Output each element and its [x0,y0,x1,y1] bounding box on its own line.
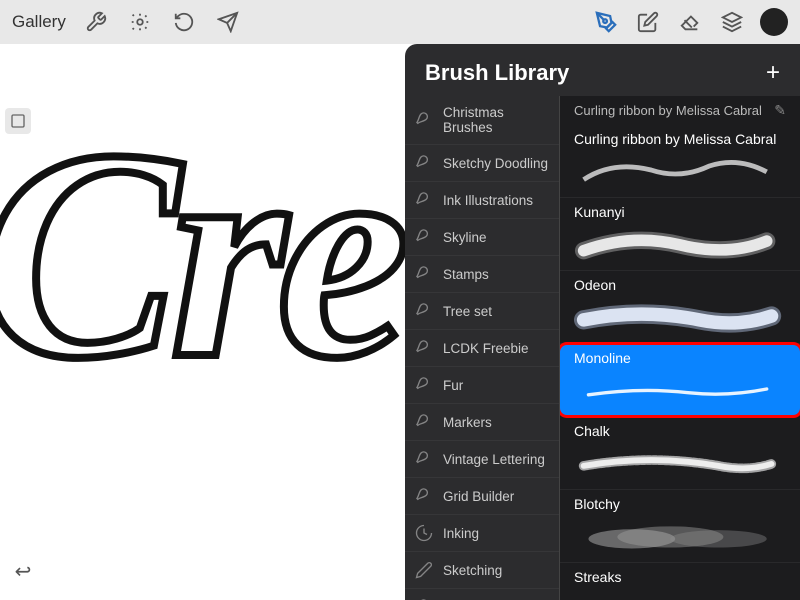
brush-name-odeon: Odeon [574,277,786,293]
brush-item-streaks[interactable]: Streaks [560,563,800,600]
eraser-tool-icon[interactable] [676,8,704,36]
brush-name-streaks: Streaks [574,569,786,585]
brush-panel-header: Brush Library + [405,44,800,96]
category-item-sketching[interactable]: Sketching [405,552,559,589]
brush-edit-icon[interactable]: ✎ [774,102,786,119]
brush-name-monoline: Monoline [574,350,786,366]
toolbar-right [592,8,788,36]
category-label-christmas: Christmas Brushes [443,105,549,135]
category-label-stamps: Stamps [443,267,489,282]
category-label-treeset: Tree set [443,304,492,319]
category-item-vintage[interactable]: Vintage Lettering [405,441,559,478]
brush-preview-monoline [574,370,786,408]
brush-preview-kunanyi [574,224,786,262]
category-label-skyline: Skyline [443,230,487,245]
category-item-drawing[interactable]: Drawing [405,589,559,600]
modifier-tool[interactable] [5,108,31,134]
brush-library-panel: Brush Library + Christmas Brushes Sketchy… [405,44,800,600]
vintage-category-icon [413,450,435,468]
category-item-ink[interactable]: Ink Illustrations [405,182,559,219]
brush-item-chalk[interactable]: Chalk [560,417,800,490]
category-label-fur: Fur [443,378,463,393]
category-item-markers[interactable]: Markers [405,404,559,441]
category-item-christmas[interactable]: Christmas Brushes [405,96,559,145]
sketchy-category-icon [413,154,435,172]
canvas-text: Cre [0,104,400,404]
brush-preview-odeon [574,297,786,335]
inking-category-icon [413,524,435,542]
lcdk-category-icon [413,339,435,357]
stamps-category-icon [413,265,435,283]
category-item-grid[interactable]: Grid Builder [405,478,559,515]
avatar[interactable] [760,8,788,36]
wrench-icon[interactable] [82,8,110,36]
brush-panel-content: Christmas Brushes Sketchy Doodling Ink Ill… [405,96,800,600]
history-icon[interactable] [170,8,198,36]
category-item-fur[interactable]: Fur [405,367,559,404]
category-item-lcdk[interactable]: LCDK Freebie [405,330,559,367]
brush-name-chalk: Chalk [574,423,786,439]
brush-preview-curling [574,151,786,189]
gallery-button[interactable]: Gallery [12,12,66,32]
grid-category-icon [413,487,435,505]
skyline-category-icon [413,228,435,246]
category-item-skyline[interactable]: Skyline [405,219,559,256]
brush-item-odeon[interactable]: Odeon [560,271,800,344]
fur-category-icon [413,376,435,394]
layers-icon[interactable] [718,8,746,36]
left-toolbar [0,88,36,600]
pen-tool-icon[interactable] [592,8,620,36]
pencil-tool-icon[interactable] [634,8,662,36]
add-brush-button[interactable]: + [766,61,780,85]
brush-header-label: Curling ribbon by Melissa Cabral [574,103,762,118]
category-item-sketchy[interactable]: Sketchy Doodling [405,145,559,182]
category-item-stamps[interactable]: Stamps [405,256,559,293]
category-item-treeset[interactable]: Tree set [405,293,559,330]
category-item-inking[interactable]: Inking [405,515,559,552]
brush-preview-blotchy [574,516,786,554]
brush-preview-streaks [574,589,786,600]
treeset-category-icon [413,302,435,320]
category-label-grid: Grid Builder [443,489,514,504]
ink-category-icon [413,191,435,209]
category-label-markers: Markers [443,415,492,430]
category-label-ink: Ink Illustrations [443,193,533,208]
category-label-sketching: Sketching [443,563,502,578]
brush-name-kunanyi: Kunanyi [574,204,786,220]
category-label-sketchy: Sketchy Doodling [443,156,548,171]
brush-item-blotchy[interactable]: Blotchy [560,490,800,563]
category-label-vintage: Vintage Lettering [443,452,545,467]
category-label-lcdk: LCDK Freebie [443,341,529,356]
christmas-category-icon [413,111,435,129]
brush-name-blotchy: Blotchy [574,496,786,512]
sketching-category-icon [413,561,435,579]
brush-item-kunanyi[interactable]: Kunanyi [560,198,800,271]
brush-list: Curling ribbon by Melissa Cabral ✎ Curli… [560,96,800,600]
category-list: Christmas Brushes Sketchy Doodling Ink Ill… [405,96,560,600]
adjust-icon[interactable] [126,8,154,36]
brush-item-curling[interactable]: Curling ribbon by Melissa Cabral [560,125,800,198]
send-icon[interactable] [214,8,242,36]
brush-item-monoline[interactable]: Monoline [560,344,800,417]
top-toolbar: Gallery [0,0,800,44]
brush-panel-title: Brush Library [425,60,569,86]
brush-name-curling: Curling ribbon by Melissa Cabral [574,131,786,147]
brush-list-header: Curling ribbon by Melissa Cabral ✎ [560,96,800,125]
category-label-inking: Inking [443,526,479,541]
toolbar-left: Gallery [12,8,242,36]
brush-preview-chalk [574,443,786,481]
markers-category-icon [413,413,435,431]
